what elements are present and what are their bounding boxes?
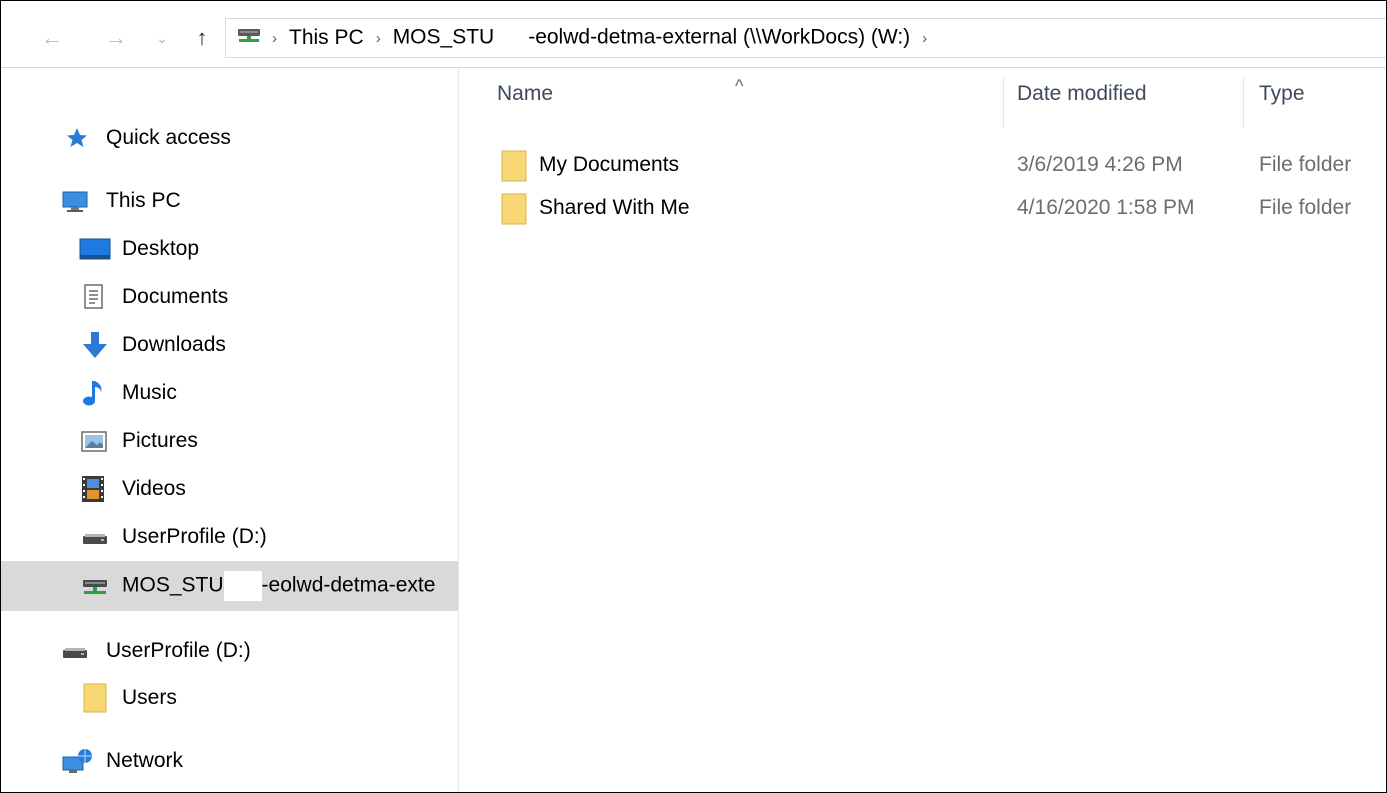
sidebar-item-quick-access[interactable]: Quick access [1, 116, 458, 160]
breadcrumb-this-pc[interactable]: This PC [289, 26, 364, 50]
drive-icon [81, 530, 109, 546]
breadcrumb-separator: › [375, 29, 381, 47]
file-name: Shared With Me [539, 196, 690, 219]
up-button[interactable]: ↑ [187, 23, 217, 53]
computer-icon [61, 190, 89, 214]
table-row[interactable]: Shared With Me 4/16/2020 1:58 PM File fo… [459, 188, 1386, 228]
sidebar-item-label-part: MOS_STU [122, 573, 224, 597]
network-drive-icon [81, 577, 109, 597]
sidebar-item-label-part: -eolwd-detma-exte [261, 573, 436, 597]
back-button[interactable]: ← [37, 23, 67, 53]
sidebar-item-label: Quick access [106, 126, 231, 149]
film-icon [81, 475, 105, 503]
address-bar[interactable]: › This PC › MOS_STU -eolwd-detma-external… [225, 18, 1386, 58]
column-header-name[interactable]: Name [497, 82, 553, 106]
sort-ascending-icon: ^ [735, 76, 744, 96]
sidebar-item-userprofile-d[interactable]: UserProfile (D:) [1, 515, 458, 559]
file-explorer-window: ← → ⌄ ↑ › This PC › MOS_STU -eolwd-detma-… [0, 0, 1387, 793]
folder-icon [501, 193, 527, 231]
network-drive-icon [236, 26, 262, 50]
column-header-type[interactable]: Type [1259, 82, 1305, 106]
forward-button[interactable]: → [101, 23, 131, 53]
sidebar-item-desktop[interactable]: Desktop [1, 227, 458, 271]
sidebar-item-label: Pictures [122, 429, 198, 452]
download-arrow-icon [79, 330, 111, 360]
redaction [223, 571, 262, 601]
star-icon [65, 126, 89, 150]
file-date-modified: 3/6/2019 4:26 PM [1017, 153, 1183, 176]
breadcrumb-drive[interactable]: MOS_STU -eolwd-detma-external (\\WorkDocs… [393, 25, 910, 51]
sidebar-item-network[interactable]: Network [1, 739, 458, 783]
table-row[interactable]: My Documents 3/6/2019 4:26 PM File folde… [459, 145, 1386, 185]
sidebar-item-label: This PC [106, 189, 181, 212]
sidebar-item-label: Network [106, 749, 184, 772]
sidebar-item-label: Documents [122, 285, 229, 308]
sidebar-item-label: Desktop [122, 237, 200, 260]
column-divider[interactable] [1243, 78, 1244, 128]
desktop-icon [79, 238, 111, 260]
sidebar-item-label: UserProfile (D:) [122, 525, 267, 548]
redaction [494, 25, 529, 51]
recent-locations-button[interactable]: ⌄ [147, 23, 177, 53]
file-name: My Documents [539, 153, 680, 176]
drive-icon [61, 644, 89, 660]
breadcrumb-separator[interactable]: › [922, 30, 927, 47]
sidebar-item-label: Users [122, 686, 177, 709]
sidebar-item-label: Downloads [122, 333, 226, 356]
breadcrumb-drive-name: MOS_STU [392, 25, 495, 49]
pictures-icon [81, 431, 107, 453]
music-note-icon [81, 379, 107, 407]
file-list: ^ Name Date modified Type My Documents 3… [459, 68, 1386, 792]
sidebar-item-label: UserProfile (D:) [106, 639, 251, 662]
sidebar-item-this-pc[interactable]: This PC [1, 179, 458, 223]
sidebar-item-label: MOS_STU -eolwd-detma-exte [122, 571, 435, 601]
folder-icon [83, 683, 107, 713]
folder-icon [501, 150, 527, 188]
breadcrumb-drive-suffix: -eolwd-detma-external (\\WorkDocs) (W:) [528, 25, 911, 49]
sidebar-item-documents[interactable]: Documents [1, 275, 458, 319]
breadcrumb-separator: › [272, 29, 277, 47]
sidebar-item-music[interactable]: Music [1, 371, 458, 415]
column-header-date-modified[interactable]: Date modified [1017, 82, 1147, 106]
sidebar-item-videos[interactable]: Videos [1, 467, 458, 511]
network-icon [61, 747, 93, 775]
sidebar-item-userprofile-d-2[interactable]: UserProfile (D:) [1, 629, 458, 673]
file-type: File folder [1259, 153, 1352, 176]
documents-icon [83, 284, 105, 310]
sidebar-item-label: Videos [122, 477, 186, 500]
column-divider[interactable] [1003, 78, 1004, 128]
file-type: File folder [1259, 196, 1352, 219]
sidebar-item-label: Music [122, 381, 177, 404]
file-date-modified: 4/16/2020 1:58 PM [1017, 196, 1195, 219]
sidebar-item-pictures[interactable]: Pictures [1, 419, 458, 463]
navigation-bar: ← → ⌄ ↑ › This PC › MOS_STU -eolwd-detma-… [1, 1, 1386, 68]
sidebar-item-downloads[interactable]: Downloads [1, 323, 458, 367]
sidebar-item-users[interactable]: Users [1, 676, 458, 720]
navigation-pane: Quick access This PC Desktop Documents D [1, 68, 459, 792]
sidebar-item-workdocs-drive[interactable]: MOS_STU -eolwd-detma-exte [1, 561, 458, 611]
